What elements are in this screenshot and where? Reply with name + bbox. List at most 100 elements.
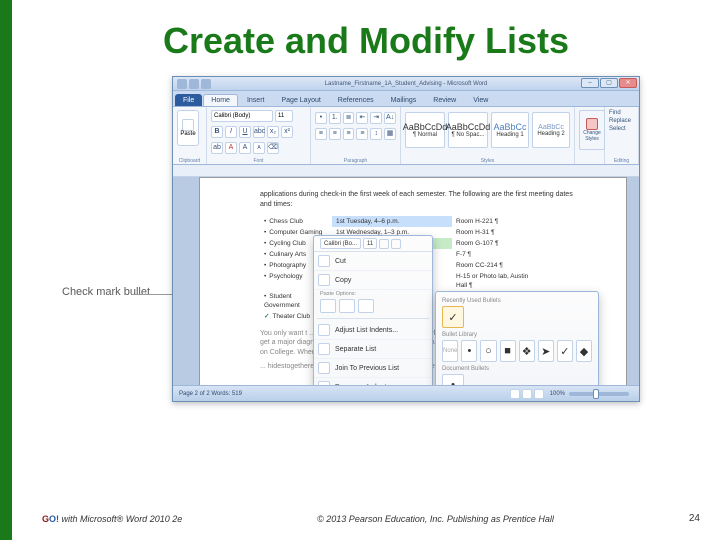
replace-button[interactable]: Replace (609, 118, 634, 124)
view-full-icon[interactable] (522, 389, 532, 399)
bullet-option[interactable]: ✓ (557, 340, 573, 362)
paste-option-icon[interactable] (320, 299, 336, 313)
footer-left-text: with Microsoft® Word 2010 2e (62, 514, 183, 524)
go-logo: GO! (42, 514, 59, 524)
change-styles-button[interactable]: Change Styles (579, 110, 605, 150)
qat-undo-icon[interactable] (189, 79, 199, 89)
group-styles: AaBbCcDd¶ Normal AaBbCcDd¶ No Spac... Aa… (401, 107, 575, 164)
menu-item[interactable]: Copy (314, 271, 432, 290)
indent-button[interactable]: ⇥ (370, 112, 382, 124)
menu-item[interactable]: Adjust List Indents... (314, 321, 432, 340)
menu-item-icon (318, 274, 330, 286)
bold-button[interactable]: B (211, 126, 223, 138)
tab-home[interactable]: Home (203, 94, 238, 106)
slide-footer: GO! with Microsoft® Word 2010 2e © 2013 … (42, 513, 700, 524)
outdent-button[interactable]: ⇤ (356, 112, 368, 124)
align-left-button[interactable]: ≡ (315, 128, 327, 140)
bullet-library-label: Bullet Library (442, 332, 592, 338)
align-center-button[interactable]: ≡ (329, 128, 341, 140)
bullet-library-row: None•○■❖➤✓◆ (442, 340, 592, 362)
mini-font-size[interactable]: 11 (363, 238, 377, 249)
mini-italic-icon[interactable] (391, 239, 401, 249)
justify-button[interactable]: ≡ (356, 128, 368, 140)
multilevel-button[interactable]: ≣ (343, 112, 355, 124)
tab-mailings[interactable]: Mailings (383, 94, 425, 106)
slide-title: Create and Modify Lists (12, 0, 720, 76)
find-button[interactable]: Find (609, 110, 634, 116)
tab-page-layout[interactable]: Page Layout (273, 94, 328, 106)
strike-button[interactable]: abc (253, 126, 265, 138)
bullet-option[interactable]: ○ (480, 340, 496, 362)
bullet-option[interactable]: ■ (500, 340, 516, 362)
select-button[interactable]: Select (609, 126, 634, 132)
superscript-button[interactable]: x² (281, 126, 293, 138)
document-area[interactable]: applications during check-in the first w… (173, 177, 639, 385)
tab-insert[interactable]: Insert (239, 94, 273, 106)
menu-item[interactable]: Separate List (314, 340, 432, 359)
bullet-option[interactable]: • (461, 340, 477, 362)
tab-file[interactable]: File (175, 94, 202, 106)
zoom-value[interactable]: 100% (550, 391, 565, 397)
bullet-check[interactable]: ✓ (442, 306, 464, 328)
group-font: Calibri (Body) 11 B I U abc x₂ x² ab A (207, 107, 311, 164)
tab-review[interactable]: Review (425, 94, 464, 106)
menu-item-icon (318, 324, 330, 336)
menu-item[interactable]: Join To Previous List (314, 359, 432, 378)
shrink-font-button[interactable]: A (253, 142, 265, 154)
footer-copyright: © 2013 Pearson Education, Inc. Publishin… (182, 514, 689, 524)
doc-bullets-label: Document Bullets (442, 366, 592, 372)
tab-references[interactable]: References (330, 94, 382, 106)
maximize-button[interactable]: ▢ (600, 78, 618, 88)
font-family-select[interactable]: Calibri (Body) (211, 110, 273, 122)
paste-option-icon[interactable] (339, 299, 355, 313)
group-label-font: Font (207, 158, 310, 164)
mini-bold-icon[interactable] (379, 239, 389, 249)
view-web-icon[interactable] (534, 389, 544, 399)
qat-redo-icon[interactable] (201, 79, 211, 89)
italic-button[interactable]: I (225, 126, 237, 138)
font-buttons: B I U abc x₂ x² (211, 126, 306, 138)
align-right-button[interactable]: ≡ (343, 128, 355, 140)
font-color-button[interactable]: A (225, 142, 237, 154)
highlight-button[interactable]: ab (211, 142, 223, 154)
zoom-thumb[interactable] (593, 389, 599, 399)
numbering-button[interactable]: 1. (329, 112, 341, 124)
bullet-option[interactable]: ➤ (538, 340, 554, 362)
sort-button[interactable]: A↓ (384, 112, 396, 124)
bullets-button[interactable]: • (315, 112, 327, 124)
style-heading2[interactable]: AaBbCcHeading 2 (532, 112, 570, 148)
qat-save-icon[interactable] (177, 79, 187, 89)
titlebar: Lastname_Firstname_1A_Student_Advising -… (173, 77, 639, 91)
subscript-button[interactable]: x₂ (267, 126, 279, 138)
style-no-spacing[interactable]: AaBbCcDd¶ No Spac... (448, 112, 488, 148)
line-spacing-button[interactable]: ↕ (370, 128, 382, 140)
font-size-select[interactable]: 11 (275, 110, 293, 122)
minimize-button[interactable]: – (581, 78, 599, 88)
view-print-icon[interactable] (510, 389, 520, 399)
paste-button[interactable]: Paste (177, 110, 199, 146)
callout-label: Check mark bullet (62, 286, 150, 298)
bullet-option[interactable]: None (442, 340, 458, 362)
menu-item[interactable]: Cut (314, 252, 432, 271)
quick-access-toolbar (177, 79, 211, 89)
style-normal[interactable]: AaBbCcDd¶ Normal (405, 112, 445, 148)
word-window: Lastname_Firstname_1A_Student_Advising -… (172, 76, 640, 402)
paste-option-icon[interactable] (358, 299, 374, 313)
ruler[interactable] (173, 165, 639, 177)
grow-font-button[interactable]: A (239, 142, 251, 154)
menu-item[interactable]: Decrease Indent (314, 378, 432, 385)
tab-view[interactable]: View (465, 94, 496, 106)
underline-button[interactable]: U (239, 126, 251, 138)
close-button[interactable]: ✕ (619, 78, 637, 88)
paste-label: Paste (180, 131, 195, 137)
footer-left: GO! with Microsoft® Word 2010 2e (42, 514, 182, 524)
mini-font-family[interactable]: Calibri (Bo... (320, 238, 361, 249)
style-heading1[interactable]: AaBbCcHeading 1 (491, 112, 529, 148)
clear-format-button[interactable]: ⌫ (267, 142, 279, 154)
shading-button[interactable]: ▦ (384, 128, 396, 140)
recent-bullets-label: Recently Used Bullets (442, 298, 592, 304)
bullet-doc[interactable]: • (442, 374, 464, 385)
zoom-slider[interactable] (569, 392, 629, 396)
bullet-option[interactable]: ◆ (576, 340, 592, 362)
bullet-option[interactable]: ❖ (519, 340, 535, 362)
